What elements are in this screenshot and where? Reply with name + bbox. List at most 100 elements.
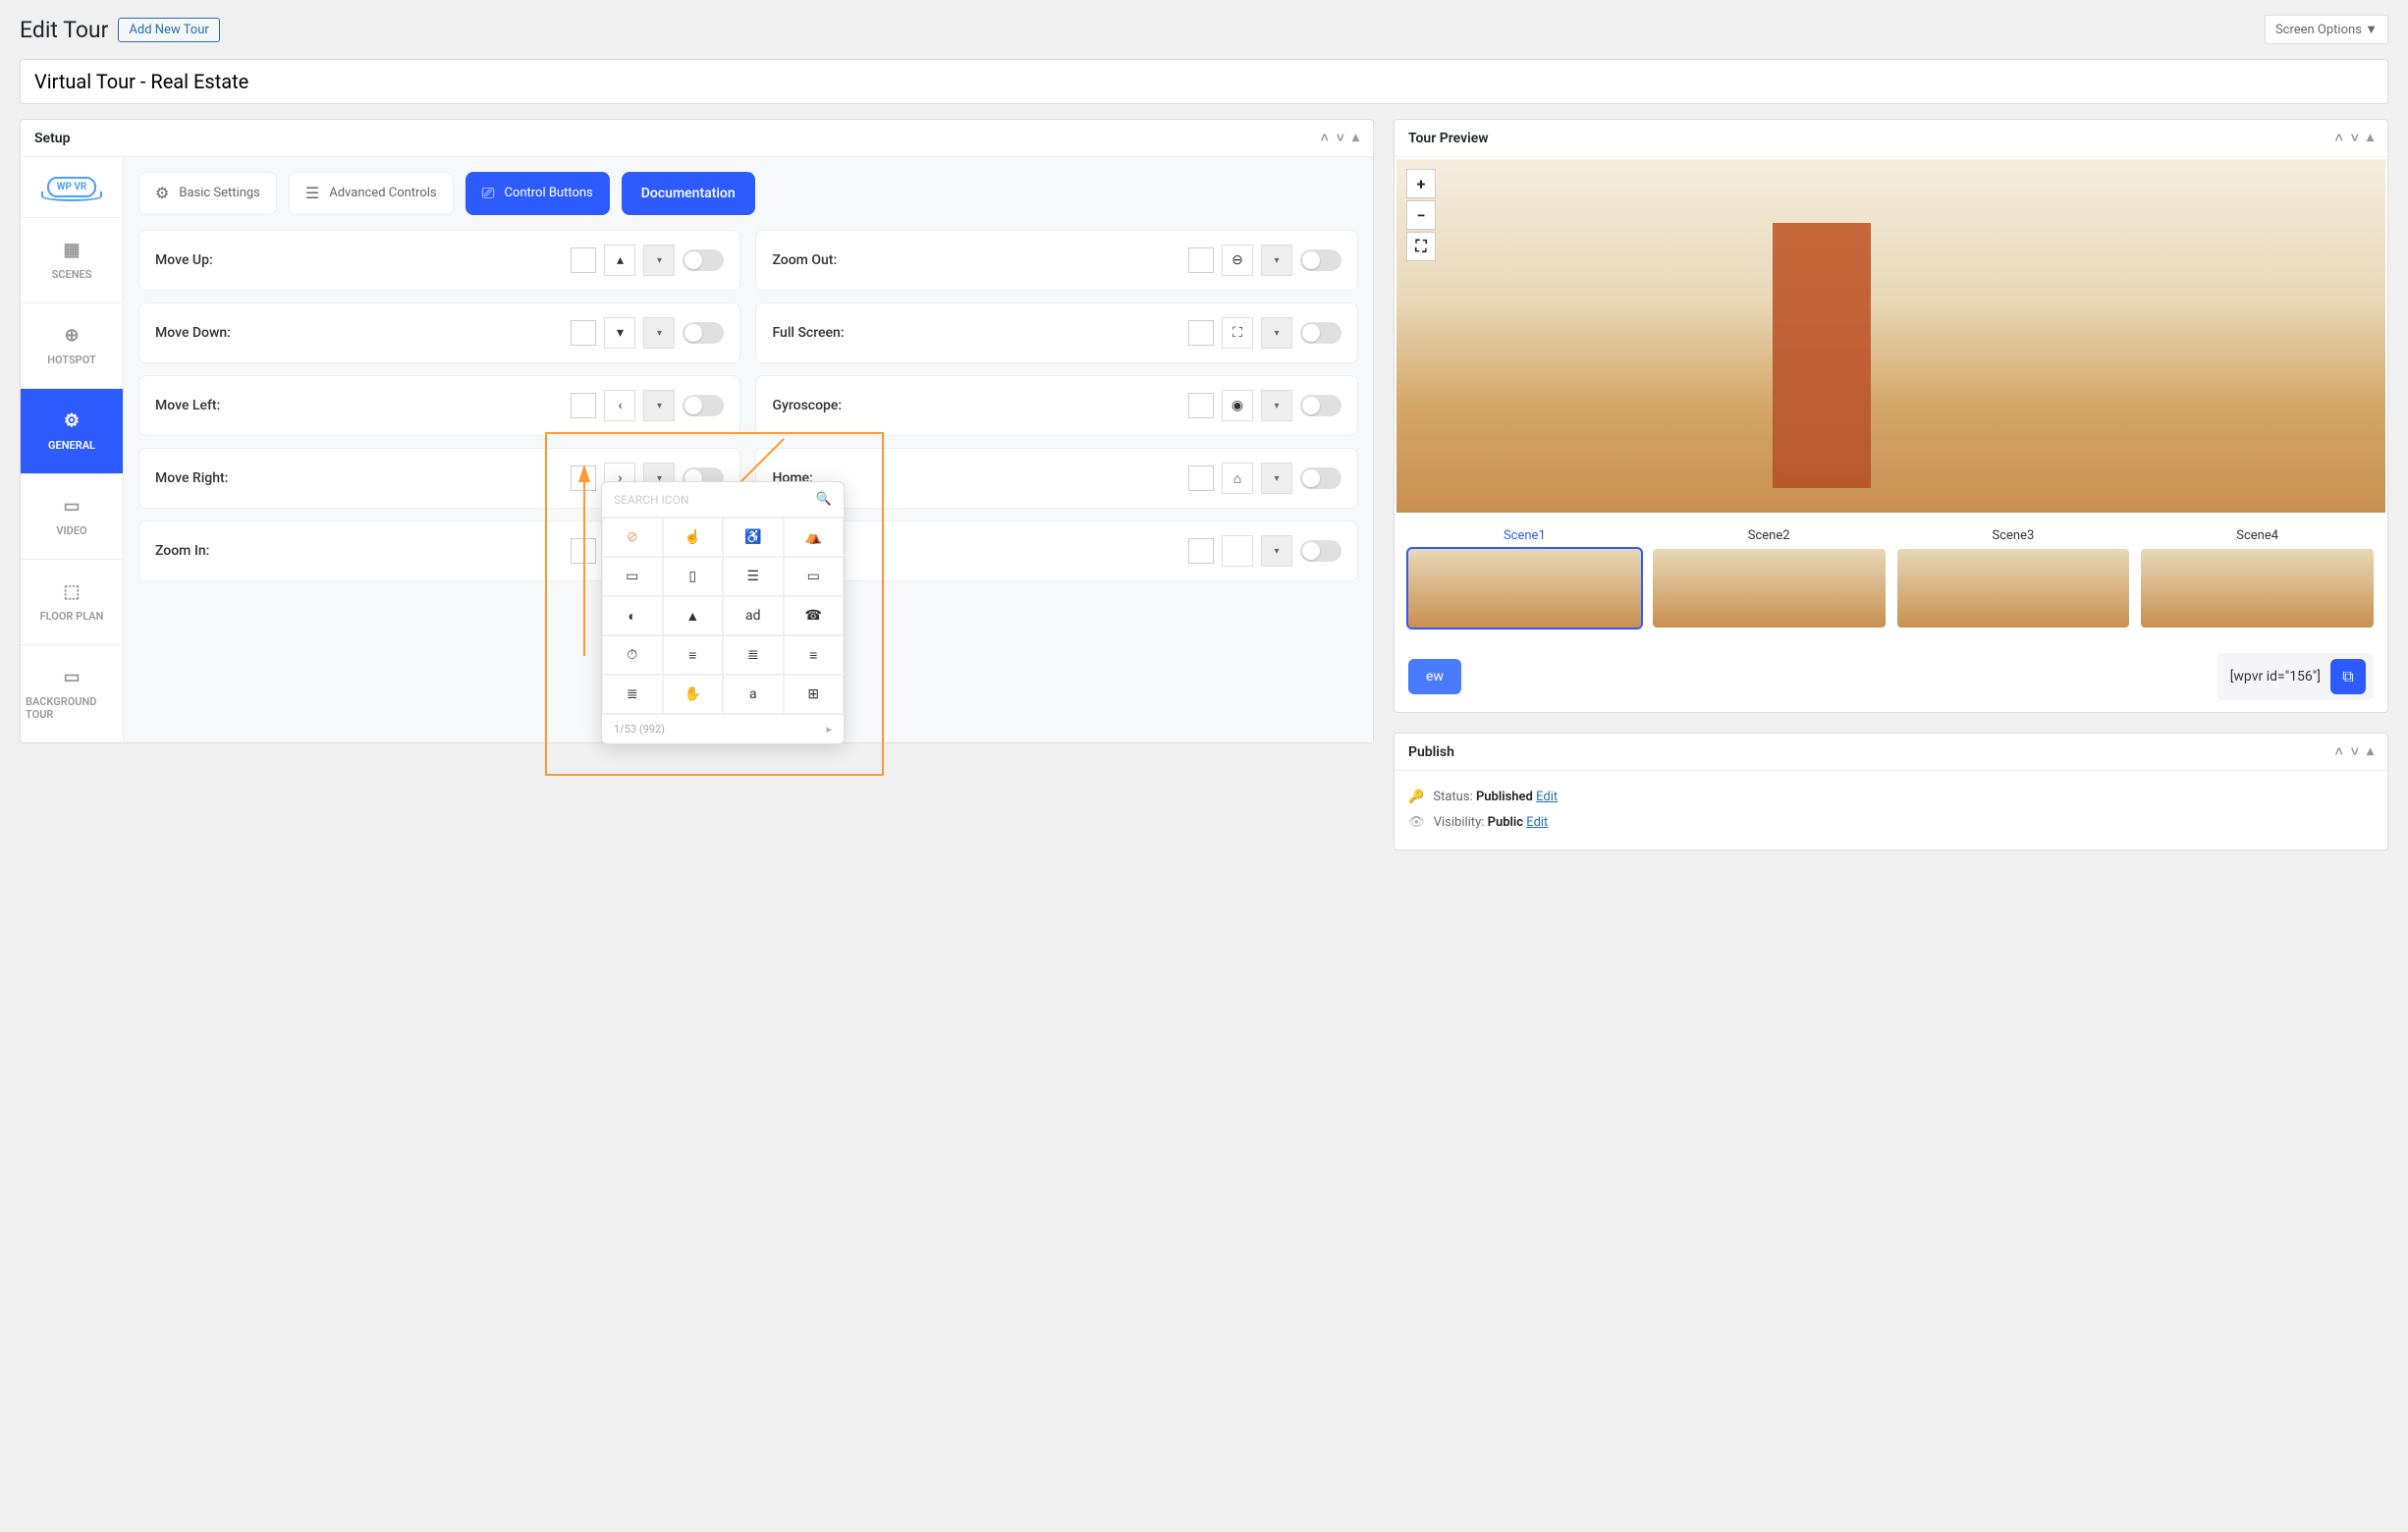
icon-select-button[interactable]: ▾ — [604, 317, 635, 349]
collapse-up-icon[interactable]: ˄ — [2335, 743, 2343, 760]
icon-select-button[interactable]: ⊖ — [1222, 245, 1253, 276]
icon-select-button[interactable]: ⌂ — [1222, 463, 1253, 494]
toggle-switch[interactable] — [1300, 322, 1341, 344]
panel-caret-icon[interactable]: ▴ — [2367, 743, 2374, 760]
icon-option[interactable]: ⛺ — [784, 518, 845, 557]
preview-viewport[interactable]: + − ⛶ — [1396, 159, 2385, 513]
color-picker[interactable] — [1188, 393, 1214, 418]
icon-option-none[interactable]: ⊘ — [602, 518, 663, 557]
color-picker[interactable] — [1188, 247, 1214, 273]
icon-select-button[interactable]: ◉ — [1222, 390, 1253, 421]
panel-caret-icon[interactable]: ▴ — [2367, 130, 2374, 146]
dropdown-button[interactable]: ▾ — [1261, 535, 1292, 567]
collapse-down-icon[interactable]: ˅ — [2351, 743, 2359, 760]
icon-option[interactable]: ☰ — [723, 557, 784, 596]
copy-shortcode-button[interactable]: ⧉ — [2330, 659, 2366, 694]
toggle-switch[interactable] — [1300, 467, 1341, 489]
color-picker[interactable] — [571, 320, 596, 346]
icon-select-button[interactable]: ‹ — [604, 390, 635, 421]
sidebar-tab-scenes[interactable]: ▦SCENES — [21, 218, 123, 303]
top-bar: Edit Tour Add New Tour Screen Options ▼ — [0, 0, 2408, 44]
panel-caret-icon[interactable]: ▴ — [1352, 130, 1359, 146]
color-picker[interactable] — [1188, 538, 1214, 564]
color-picker[interactable] — [1188, 465, 1214, 491]
icon-option[interactable]: ☝ — [663, 518, 724, 557]
sidebar-tab-video[interactable]: ▭VIDEO — [21, 474, 123, 560]
icon-picker-popup: 🔍 ⊘ ☝ ♿ ⛺ ▭ ▯ ☰ ▭ ◐ ▲ ad ☎ ⏱ ≡ ≣ ≡ ≣ ✋ a… — [601, 481, 845, 744]
scene-thumb[interactable]: Scene3 — [1897, 528, 2130, 628]
color-picker[interactable] — [571, 393, 596, 418]
icon-option[interactable]: ▯ — [663, 557, 724, 596]
dropdown-button[interactable]: ▾ — [643, 317, 675, 349]
icon-option[interactable]: ≡ — [663, 635, 724, 675]
toggle-switch[interactable] — [1300, 249, 1341, 271]
icon-option[interactable]: ⏱ — [602, 635, 663, 675]
preview-button[interactable]: ew — [1408, 659, 1461, 694]
icon-option[interactable]: ▲ — [663, 596, 724, 635]
icon-option[interactable]: ≡ — [784, 635, 845, 675]
color-picker[interactable] — [571, 538, 596, 564]
tab-basic-settings[interactable]: ⚙Basic Settings — [138, 172, 277, 215]
icon-option[interactable]: ◐ — [602, 596, 663, 635]
collapse-up-icon[interactable]: ˄ — [1321, 130, 1329, 146]
icon-option[interactable]: ≣ — [602, 675, 663, 714]
tour-title-input[interactable] — [20, 59, 2388, 104]
dropdown-button[interactable]: ▾ — [1261, 463, 1292, 494]
collapse-down-icon[interactable]: ˅ — [2351, 130, 2359, 146]
fullscreen-button[interactable]: ⛶ — [1406, 232, 1436, 261]
icon-option[interactable]: ≣ — [723, 635, 784, 675]
zoom-in-button[interactable]: + — [1406, 169, 1436, 198]
color-picker[interactable] — [571, 465, 596, 491]
dropdown-button[interactable]: ▾ — [1261, 317, 1292, 349]
edit-visibility-link[interactable]: Edit — [1526, 815, 1548, 830]
next-page-icon[interactable]: ▸ — [826, 723, 832, 736]
documentation-button[interactable]: Documentation — [622, 172, 755, 215]
icon-select-button[interactable]: ▴ — [604, 245, 635, 276]
add-new-tour-button[interactable]: Add New Tour — [118, 18, 219, 42]
toggle-switch[interactable] — [683, 322, 724, 344]
sidebar-tab-general[interactable]: ⚙GENERAL — [21, 389, 123, 474]
dropdown-button[interactable]: ▾ — [1261, 390, 1292, 421]
icon-search-input[interactable] — [614, 493, 816, 507]
control-label: Move Right: — [155, 470, 228, 486]
scene-thumb[interactable]: Scene1 — [1408, 528, 1641, 628]
color-picker[interactable] — [571, 247, 596, 273]
icon-option[interactable]: a — [723, 675, 784, 714]
sidebar-tab-hotspot[interactable]: ⊕HOTSPOT — [21, 303, 123, 389]
tab-control-buttons[interactable]: ⎚Control Buttons — [465, 172, 610, 215]
control-widgets: ⊖ ▾ — [1188, 245, 1341, 276]
control-row: Move Left: ‹ ▾ — [138, 375, 740, 436]
collapse-up-icon[interactable]: ˄ — [2335, 130, 2343, 146]
sidebar-tab-floorplan[interactable]: ⬚FLOOR PLAN — [21, 560, 123, 645]
dropdown-button[interactable]: ▾ — [1261, 245, 1292, 276]
screen-options-button[interactable]: Screen Options ▼ — [2265, 15, 2388, 44]
icon-option[interactable]: ⊞ — [784, 675, 845, 714]
dropdown-button[interactable]: ▾ — [643, 390, 675, 421]
tab-advanced-controls[interactable]: ☰Advanced Controls — [289, 172, 454, 215]
icon-option[interactable]: ☎ — [784, 596, 845, 635]
icon-select-button[interactable] — [1222, 535, 1253, 567]
icon-option[interactable]: ad — [723, 596, 784, 635]
toggle-switch[interactable] — [1300, 395, 1341, 416]
toggle-switch[interactable] — [1300, 540, 1341, 562]
scene-thumb[interactable]: Scene4 — [2141, 528, 2374, 628]
toggle-switch[interactable] — [683, 395, 724, 416]
color-picker[interactable] — [1188, 320, 1214, 346]
scene-thumbnail-image — [2141, 549, 2374, 628]
icon-select-button[interactable]: ⛶ — [1222, 317, 1253, 349]
edit-status-link[interactable]: Edit — [1536, 790, 1558, 804]
publish-panel: Publish ˄ ˅ ▴ 🔑 Status: Published Edit 👁… — [1394, 733, 2388, 850]
target-icon: ⊕ — [64, 325, 79, 346]
icon-option[interactable]: ▭ — [602, 557, 663, 596]
video-icon: ▭ — [63, 496, 80, 517]
icon-option[interactable]: ▭ — [784, 557, 845, 596]
control-label: Full Screen: — [772, 325, 844, 341]
scene-thumb[interactable]: Scene2 — [1653, 528, 1886, 628]
toggle-switch[interactable] — [683, 249, 724, 271]
dropdown-button[interactable]: ▾ — [643, 245, 675, 276]
zoom-out-button[interactable]: − — [1406, 200, 1436, 230]
icon-option[interactable]: ✋ — [663, 675, 724, 714]
collapse-down-icon[interactable]: ˅ — [1337, 130, 1344, 146]
icon-option[interactable]: ♿ — [723, 518, 784, 557]
sidebar-tab-background[interactable]: ▭BACKGROUND TOUR — [21, 645, 123, 742]
